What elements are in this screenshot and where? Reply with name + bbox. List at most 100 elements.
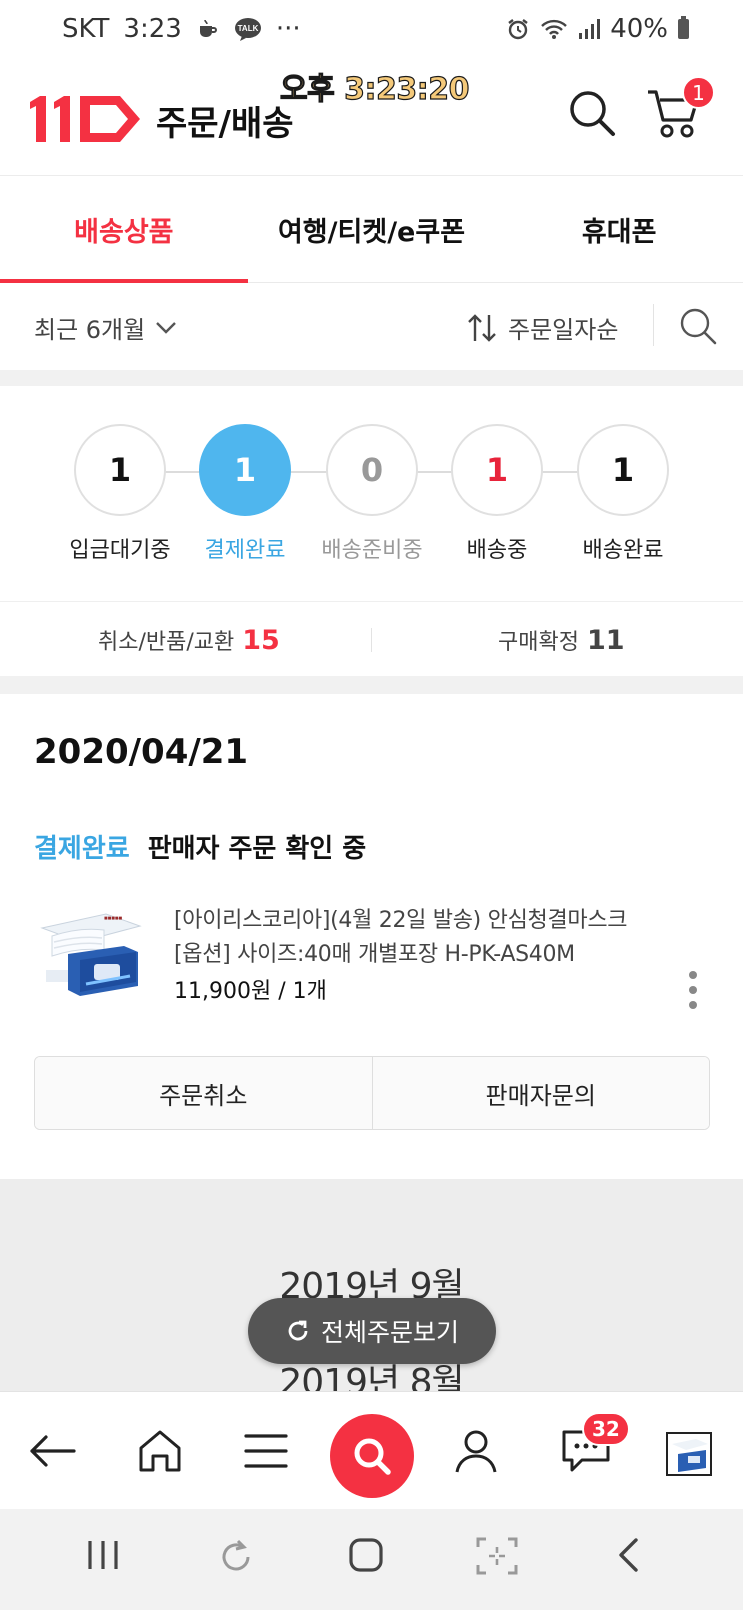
cancel-return-exchange-link[interactable]: 취소/반품/교환 15 — [98, 624, 280, 656]
home-square-icon — [349, 1538, 383, 1572]
step-label: 배송완료 — [582, 538, 664, 563]
back-button[interactable] — [22, 1392, 82, 1510]
order-status-detail: 판매자 주문 확인 중 — [147, 834, 367, 864]
carrier-text: SKT — [62, 14, 110, 44]
rotate-icon — [222, 1539, 250, 1571]
order-search-button[interactable] — [678, 306, 718, 350]
coffee-icon — [196, 17, 220, 41]
status-bar: SKT 3:23 TALK ··· 40% — [0, 0, 743, 60]
rotate-button[interactable] — [216, 1537, 256, 1581]
step-preparing-shipment[interactable]: 0 배송준비중 — [307, 424, 437, 564]
count-value: 11 — [586, 625, 625, 656]
product-price: 11,900원 / 1개 — [174, 979, 327, 1004]
screen-capture-button[interactable] — [476, 1537, 518, 1579]
step-count: 1 — [577, 424, 669, 516]
message-count-badge: 32 — [582, 1412, 630, 1446]
order-counts-row: 취소/반품/교환 15 구매확정 11 — [0, 601, 743, 676]
chevron-left-icon — [619, 1538, 638, 1572]
recently-viewed-button[interactable] — [666, 1432, 712, 1476]
count-value: 15 — [242, 625, 280, 656]
period-dropdown[interactable]: 최근 6개월 — [34, 310, 177, 345]
section-gap — [0, 676, 743, 694]
step-in-delivery[interactable]: 1 배송중 — [432, 424, 562, 564]
step-count: 1 — [451, 424, 543, 516]
svg-text:TALK: TALK — [237, 24, 258, 33]
tab-travel-ticket-ecoupon[interactable]: 여행/티켓/e쿠폰 — [248, 177, 496, 282]
sort-arrows-icon — [468, 313, 496, 342]
cancel-order-button[interactable]: 주문취소 — [35, 1057, 372, 1129]
step-label: 결제완료 — [204, 538, 286, 563]
status-bar-left: SKT 3:23 TALK ··· — [62, 14, 301, 44]
overlay-timestamp: 오후 3:23:20 — [279, 71, 470, 107]
arrow-left-icon — [30, 1435, 76, 1467]
my-page-button[interactable] — [446, 1392, 506, 1510]
step-count: 0 — [326, 424, 418, 516]
back-system-button[interactable] — [616, 1537, 640, 1577]
recent-apps-icon — [88, 1541, 118, 1569]
product-name: [아이리스코리아](4월 22일 발송) 안심청결마스크 — [174, 908, 628, 933]
more-options-button[interactable] — [688, 970, 698, 1010]
filter-divider — [653, 304, 654, 346]
step-count: 1 — [199, 424, 291, 516]
product-option: [옵션] 사이즈:40매 개별포장 H-PK-AS40M — [174, 942, 575, 967]
order-actions: 주문취소 판매자문의 — [34, 1056, 710, 1130]
view-all-orders-button[interactable]: 전체주문보기 — [248, 1298, 496, 1364]
view-all-orders-label: 전체주문보기 — [320, 1318, 459, 1347]
bottom-search-button[interactable] — [330, 1414, 414, 1498]
tab-mobile-phone[interactable]: 휴대폰 — [495, 177, 743, 282]
tab-delivery-products[interactable]: 배송상품 — [0, 177, 248, 283]
chevron-down-icon — [156, 321, 177, 334]
page-title: 주문/배송 — [156, 104, 294, 144]
svg-text:■■■■■: ■■■■■ — [104, 916, 122, 922]
wifi-icon — [540, 17, 568, 41]
section-gap — [0, 370, 743, 386]
search-icon — [680, 308, 717, 345]
filter-bar: 최근 6개월 주문일자순 — [0, 284, 743, 370]
step-count: 1 — [74, 424, 166, 516]
sort-dropdown[interactable]: 주문일자순 — [466, 310, 618, 345]
order-status-line: 결제완료 판매자 주문 확인 중 — [34, 828, 366, 865]
step-label: 입금대기중 — [69, 538, 171, 563]
purchase-confirmed-link[interactable]: 구매확정 11 — [498, 624, 625, 656]
product-info[interactable]: [아이리스코리아](4월 22일 발송) 안심청결마스크 [옵션] 사이즈:40… — [174, 904, 674, 1012]
product-image[interactable]: ■■■■■ — [38, 906, 144, 1002]
home-system-button[interactable] — [348, 1537, 384, 1577]
messages-button[interactable] — [554, 1392, 618, 1510]
home-icon — [139, 1430, 181, 1472]
recent-product-thumbnail — [668, 1434, 710, 1474]
category-tabs: 배송상품 여행/티켓/e쿠폰 휴대폰 — [0, 177, 743, 283]
more-status-dots: ··· — [275, 14, 301, 44]
step-label: 배송중 — [466, 538, 528, 563]
battery-text: 40% — [610, 14, 668, 44]
seller-inquiry-button[interactable]: 판매자문의 — [371, 1057, 709, 1129]
header-search-button[interactable] — [567, 88, 617, 142]
bottom-navigation: 32 — [0, 1391, 743, 1509]
user-icon — [455, 1430, 497, 1473]
clock-text: 3:23 — [123, 14, 182, 44]
order-card: 2020/04/21 결제완료 판매자 주문 확인 중 ■■■■■ [아이리스코… — [0, 694, 743, 1179]
recent-apps-button[interactable] — [86, 1537, 120, 1577]
step-delivered[interactable]: 1 배송완료 — [558, 424, 688, 564]
step-payment-complete[interactable]: 1 결제완료 — [180, 424, 310, 564]
talk-icon: TALK — [234, 17, 262, 41]
status-bar-right: 40% — [506, 14, 689, 44]
period-label: 최근 6개월 — [34, 316, 146, 344]
alarm-icon — [506, 17, 530, 41]
capture-icon — [476, 1537, 518, 1575]
brand-logo[interactable] — [26, 88, 142, 148]
battery-icon — [678, 16, 689, 39]
step-awaiting-deposit[interactable]: 1 입금대기중 — [55, 424, 185, 564]
app-header: 주문/배송 오후 3:23:20 1 — [0, 60, 743, 176]
more-vertical-icon — [689, 971, 697, 1009]
cart-count-badge: 1 — [682, 76, 715, 109]
signal-icon — [578, 18, 601, 40]
count-label: 구매확정 — [498, 630, 579, 655]
hamburger-menu-icon — [244, 1434, 288, 1468]
sort-label: 주문일자순 — [508, 316, 619, 344]
count-divider — [371, 628, 372, 652]
home-button[interactable] — [130, 1392, 190, 1510]
menu-button[interactable] — [236, 1392, 296, 1510]
order-date: 2020/04/21 — [34, 732, 249, 772]
refresh-icon — [288, 1320, 308, 1341]
count-label: 취소/반품/교환 — [98, 630, 235, 655]
